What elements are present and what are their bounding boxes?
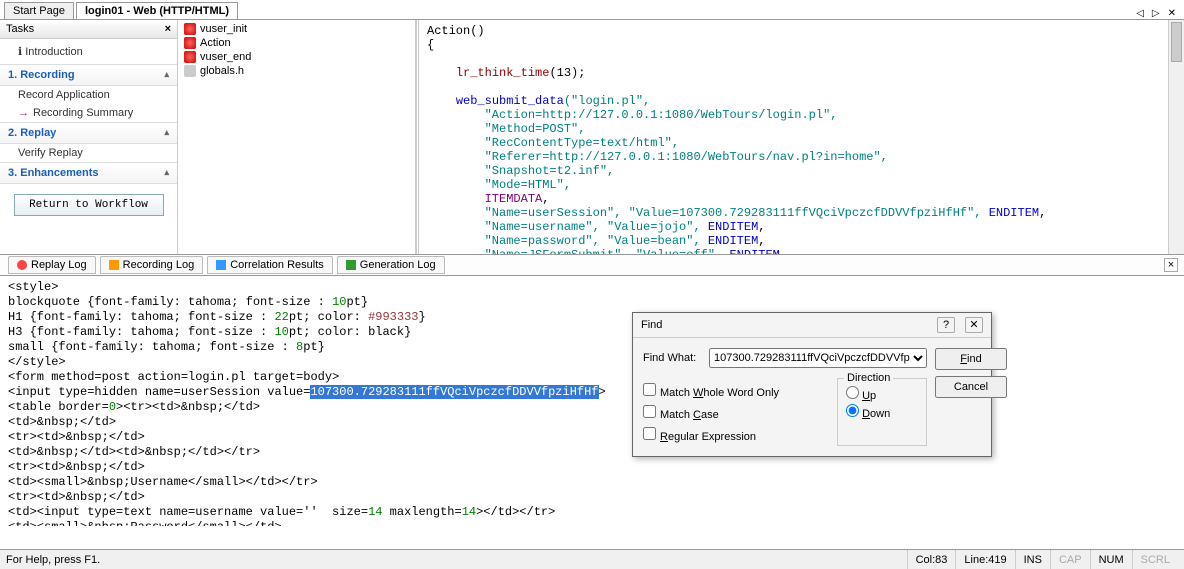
tab-correlation-results[interactable]: Correlation Results: [207, 256, 333, 274]
log-close-icon[interactable]: ×: [1164, 258, 1178, 272]
return-to-workflow-button[interactable]: Return to Workflow: [14, 194, 164, 216]
tab-start-page[interactable]: Start Page: [4, 2, 74, 19]
direction-label: Direction: [844, 372, 893, 384]
tree-vuser-end[interactable]: vuser_end: [178, 50, 415, 64]
tasks-close-icon[interactable]: ×: [165, 23, 171, 35]
task-section-enhancements[interactable]: 3. Enhancements▴: [0, 162, 177, 184]
status-ins: INS: [1015, 550, 1050, 569]
tab-next-icon[interactable]: ▷: [1150, 8, 1162, 19]
find-what-label: Find What:: [643, 352, 703, 364]
tasks-title: Tasks: [6, 23, 34, 35]
help-icon[interactable]: ?: [937, 317, 955, 333]
regex-checkbox[interactable]: Regular Expression: [643, 424, 827, 446]
find-dialog: Find ? ✕ Find What: 107300.729283111ffVQ…: [632, 312, 992, 457]
task-recording-summary[interactable]: →Recording Summary: [0, 104, 177, 122]
tree-globals-h[interactable]: globals.h: [178, 64, 415, 78]
status-col: Col:83: [907, 550, 956, 569]
status-scrl: SCRL: [1132, 550, 1178, 569]
find-dialog-title: Find: [641, 319, 662, 331]
script-tree: vuser_init Action vuser_end globals.h: [178, 20, 416, 254]
log-tabs: Replay Log Recording Log Correlation Res…: [0, 254, 1184, 276]
find-what-input[interactable]: 107300.729283111ffVQciVpczcfDDVVfp: [709, 348, 927, 368]
status-help: For Help, press F1.: [6, 554, 100, 566]
match-case-checkbox[interactable]: Match Case: [643, 402, 827, 424]
document-tabs: Start Page login01 - Web (HTTP/HTML) ◁ ▷…: [0, 0, 1184, 20]
tab-recording-log[interactable]: Recording Log: [100, 256, 204, 274]
status-num: NUM: [1090, 550, 1132, 569]
cancel-button[interactable]: Cancel: [935, 376, 1007, 398]
direction-up-radio[interactable]: Up: [846, 385, 918, 403]
tab-prev-icon[interactable]: ◁: [1134, 8, 1146, 19]
match-whole-word-checkbox[interactable]: Match Whole Word Only: [643, 380, 827, 402]
close-icon[interactable]: ✕: [965, 317, 983, 333]
tree-action[interactable]: Action: [178, 36, 415, 50]
task-section-replay[interactable]: 2. Replay▴: [0, 122, 177, 144]
tab-login01[interactable]: login01 - Web (HTTP/HTML): [76, 2, 238, 19]
tab-generation-log[interactable]: Generation Log: [337, 256, 445, 274]
tab-nav-controls: ◁ ▷ ✕: [1134, 8, 1184, 19]
direction-down-radio[interactable]: Down: [846, 403, 918, 421]
tab-close-icon[interactable]: ✕: [1166, 8, 1178, 19]
task-record-application[interactable]: Record Application: [0, 86, 177, 104]
status-cap: CAP: [1050, 550, 1090, 569]
status-bar: For Help, press F1. Col:83 Line:419 INS …: [0, 549, 1184, 569]
task-introduction[interactable]: ℹ Introduction: [0, 39, 177, 64]
tasks-panel: Tasks × ℹ Introduction 1. Recording▴ Rec…: [0, 20, 178, 254]
tree-vuser-init[interactable]: vuser_init: [178, 22, 415, 36]
selected-text: 107300.729283111ffVQciVpczcfDDVVfpziHfHf: [310, 385, 598, 399]
task-verify-replay[interactable]: Verify Replay: [0, 144, 177, 162]
code-scrollbar[interactable]: [1168, 20, 1184, 254]
task-section-recording[interactable]: 1. Recording▴: [0, 64, 177, 86]
find-button[interactable]: Find: [935, 348, 1007, 370]
tab-replay-log[interactable]: Replay Log: [8, 256, 96, 274]
status-line: Line:419: [955, 550, 1014, 569]
code-editor[interactable]: Action() { lr_think_time(13); web_submit…: [416, 20, 1184, 254]
